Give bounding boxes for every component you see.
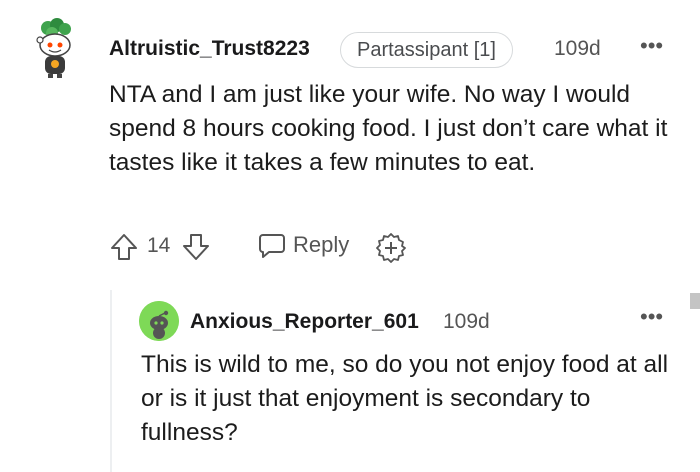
thread-line[interactable]: [110, 290, 112, 472]
scrollbar-thumb[interactable]: [690, 293, 700, 309]
user-avatar[interactable]: [30, 18, 82, 80]
vote-score: 14: [147, 234, 171, 257]
reply-author[interactable]: Anxious_Reporter_601: [190, 310, 419, 334]
comment-timestamp[interactable]: 109d: [554, 37, 601, 61]
comment-bubble-icon: [259, 234, 285, 258]
comment-body: NTA and I am just like your wife. No way…: [109, 81, 668, 176]
comment-thread: Altruistic_Trust8223 Partassipant [1] 10…: [0, 0, 700, 472]
downvote-button[interactable]: [181, 232, 211, 262]
snoo-avatar-icon: [36, 18, 71, 78]
reply-timestamp[interactable]: 109d: [443, 310, 490, 334]
upvote-icon: [111, 234, 137, 260]
more-options-icon[interactable]: •••: [640, 304, 663, 330]
reply-user-avatar[interactable]: [139, 301, 179, 341]
reply-body: This is wild to me, so do you not enjoy …: [141, 351, 669, 446]
award-button[interactable]: [375, 232, 407, 264]
upvote-button[interactable]: [109, 232, 139, 262]
reply-button[interactable]: Reply: [257, 230, 349, 260]
award-icon: [376, 233, 406, 263]
user-flair-badge: Partassipant [1]: [340, 32, 513, 68]
more-options-icon[interactable]: •••: [640, 33, 663, 59]
comment-author[interactable]: Altruistic_Trust8223: [109, 37, 310, 61]
downvote-icon: [183, 234, 209, 260]
reply-label: Reply: [293, 232, 350, 257]
snoo-avatar-icon: [139, 301, 179, 341]
comment-actions: 14 Reply: [109, 230, 429, 266]
